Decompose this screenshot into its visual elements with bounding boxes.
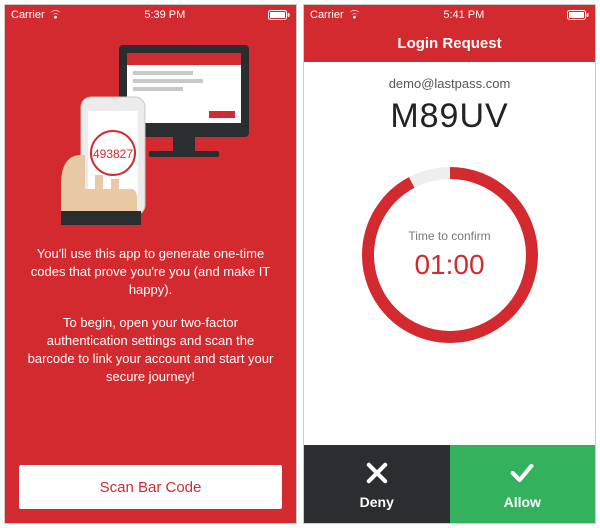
intro-text: You'll use this app to generate one-time… bbox=[5, 235, 296, 386]
allow-label: Allow bbox=[504, 494, 541, 510]
onboarding-screen: Carrier 5:39 PM bbox=[4, 4, 297, 524]
allow-button[interactable]: Allow bbox=[450, 445, 596, 523]
carrier-label: Carrier bbox=[310, 9, 344, 21]
login-request-screen: Carrier 5:41 PM Login Request demo@lastp… bbox=[303, 4, 596, 524]
timer-value: 01:00 bbox=[414, 249, 484, 281]
page-title: Login Request bbox=[304, 25, 595, 62]
countdown-timer: Time to confirm 01:00 bbox=[355, 160, 545, 350]
wifi-icon bbox=[49, 9, 62, 22]
deny-button[interactable]: Deny bbox=[304, 445, 450, 523]
battery-icon bbox=[567, 10, 589, 20]
clock: 5:41 PM bbox=[443, 9, 484, 21]
hero-illustration: 493827 bbox=[5, 25, 296, 235]
intro-paragraph-1: You'll use this app to generate one-time… bbox=[27, 245, 274, 300]
hero-code-text: 493827 bbox=[92, 147, 132, 161]
scan-barcode-button[interactable]: Scan Bar Code bbox=[19, 465, 282, 509]
close-icon bbox=[363, 459, 391, 490]
status-bar: Carrier 5:39 PM bbox=[5, 5, 296, 25]
action-row: Deny Allow bbox=[304, 445, 595, 523]
status-bar: Carrier 5:41 PM bbox=[304, 5, 595, 25]
deny-label: Deny bbox=[360, 494, 394, 510]
carrier-label: Carrier bbox=[11, 9, 45, 21]
verification-code: M89UV bbox=[390, 97, 508, 136]
wifi-icon bbox=[348, 9, 361, 22]
clock: 5:39 PM bbox=[144, 9, 185, 21]
intro-paragraph-2: To begin, open your two-factor authentic… bbox=[27, 314, 274, 387]
timer-label: Time to confirm bbox=[408, 229, 490, 243]
check-icon bbox=[508, 459, 536, 490]
battery-icon bbox=[268, 10, 290, 20]
account-label: demo@lastpass.com bbox=[389, 76, 511, 91]
